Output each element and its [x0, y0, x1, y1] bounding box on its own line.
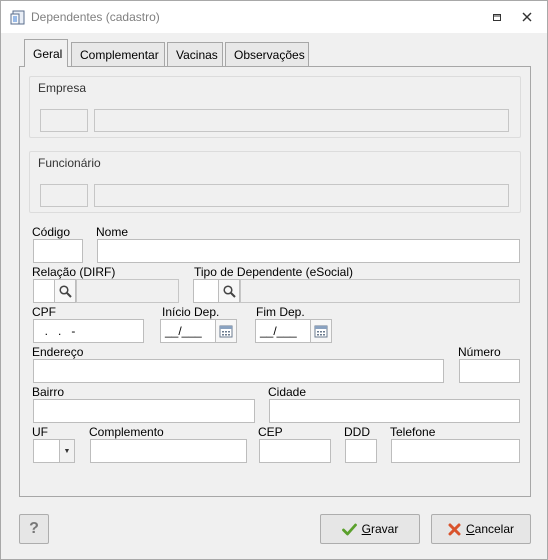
restore-icon — [493, 14, 501, 21]
restore-button[interactable] — [485, 7, 509, 27]
relacao-label: Relação (DIRF) — [32, 265, 116, 279]
tipo-search-button[interactable] — [218, 279, 240, 303]
empresa-group: Empresa — [29, 76, 521, 138]
relacao-code-input[interactable] — [33, 279, 55, 303]
app-icon — [10, 10, 25, 25]
tab-complementar[interactable]: Complementar — [71, 42, 165, 67]
fim-calendar-button[interactable] — [310, 319, 332, 343]
search-icon — [58, 284, 72, 298]
nome-input[interactable] — [97, 239, 520, 263]
tipo-label: Tipo de Dependente (eSocial) — [194, 265, 353, 279]
funcionario-group-title: Funcionário — [38, 156, 101, 170]
search-icon — [222, 284, 236, 298]
check-icon — [341, 523, 357, 535]
inicio-label: Início Dep. — [162, 305, 220, 319]
tab-label: Complementar — [80, 48, 159, 62]
chevron-down-icon: ▼ — [63, 447, 71, 455]
tab-geral[interactable]: Geral — [24, 39, 68, 67]
tab-panel-geral: Empresa Funcionário Código Nome Relação … — [19, 66, 531, 497]
empresa-name-field — [94, 109, 509, 132]
complemento-label: Complemento — [89, 425, 164, 439]
codigo-label: Código — [32, 225, 71, 239]
cep-label: CEP — [258, 425, 283, 439]
cancel-mnemonic: C — [465, 522, 475, 536]
save-button[interactable]: Gravar — [320, 514, 420, 544]
tab-observacoes[interactable]: Observações — [225, 42, 309, 67]
close-icon — [522, 12, 532, 22]
save-mnemonic: G — [361, 522, 371, 536]
uf-select[interactable] — [33, 439, 60, 463]
numero-input[interactable] — [459, 359, 520, 383]
fim-input[interactable]: __/___ — [255, 319, 311, 343]
telefone-label: Telefone — [390, 425, 436, 439]
calendar-icon — [314, 325, 328, 338]
window-title: Dependentes (cadastro) — [31, 10, 160, 24]
ddd-label: DDD — [344, 425, 370, 439]
tab-label: Vacinas — [176, 48, 218, 62]
tab-label: Observações — [234, 48, 305, 62]
close-button[interactable] — [515, 7, 539, 27]
cancel-label: Cancelar — [466, 522, 514, 536]
funcionario-name-field — [94, 184, 509, 207]
bairro-input[interactable] — [33, 399, 255, 423]
complemento-input[interactable] — [90, 439, 247, 463]
cpf-input[interactable]: . . - — [33, 319, 144, 343]
funcionario-group: Funcionário — [29, 151, 521, 213]
uf-dropdown-button[interactable]: ▼ — [59, 439, 75, 463]
empresa-group-title: Empresa — [38, 81, 87, 95]
tab-label: Geral — [33, 47, 63, 61]
endereco-label: Endereço — [32, 345, 84, 359]
empresa-code-field — [40, 109, 88, 132]
help-button[interactable]: ? — [19, 514, 49, 544]
cep-input[interactable] — [259, 439, 331, 463]
save-label: Gravar — [362, 522, 399, 536]
cidade-input[interactable] — [269, 399, 520, 423]
help-icon: ? — [29, 520, 39, 537]
cidade-label: Cidade — [268, 385, 307, 399]
numero-label: Número — [458, 345, 501, 359]
tab-vacinas[interactable]: Vacinas — [167, 42, 223, 67]
tipo-desc-field — [240, 279, 520, 303]
dependentes-window: Dependentes (cadastro) Geral Complementa… — [0, 0, 548, 560]
inicio-calendar-button[interactable] — [215, 319, 237, 343]
codigo-input[interactable] — [33, 239, 83, 263]
cancel-button[interactable]: Cancelar — [431, 514, 531, 544]
funcionario-code-field — [40, 184, 88, 207]
inicio-input[interactable]: __/___ — [160, 319, 216, 343]
uf-label: UF — [32, 425, 48, 439]
fim-label: Fim Dep. — [256, 305, 305, 319]
relacao-desc-field — [76, 279, 179, 303]
endereco-input[interactable] — [33, 359, 444, 383]
title-bar: Dependentes (cadastro) — [1, 1, 547, 33]
bairro-label: Bairro — [32, 385, 65, 399]
ddd-input[interactable] — [345, 439, 377, 463]
save-label-rest: ravar — [371, 522, 399, 536]
nome-label: Nome — [96, 225, 129, 239]
tipo-code-input[interactable] — [193, 279, 219, 303]
calendar-icon — [219, 325, 233, 338]
cancel-x-icon — [448, 523, 461, 535]
cancel-label-rest: ancelar — [474, 522, 515, 536]
cpf-label: CPF — [32, 305, 56, 319]
relacao-search-button[interactable] — [54, 279, 76, 303]
telefone-input[interactable] — [391, 439, 520, 463]
